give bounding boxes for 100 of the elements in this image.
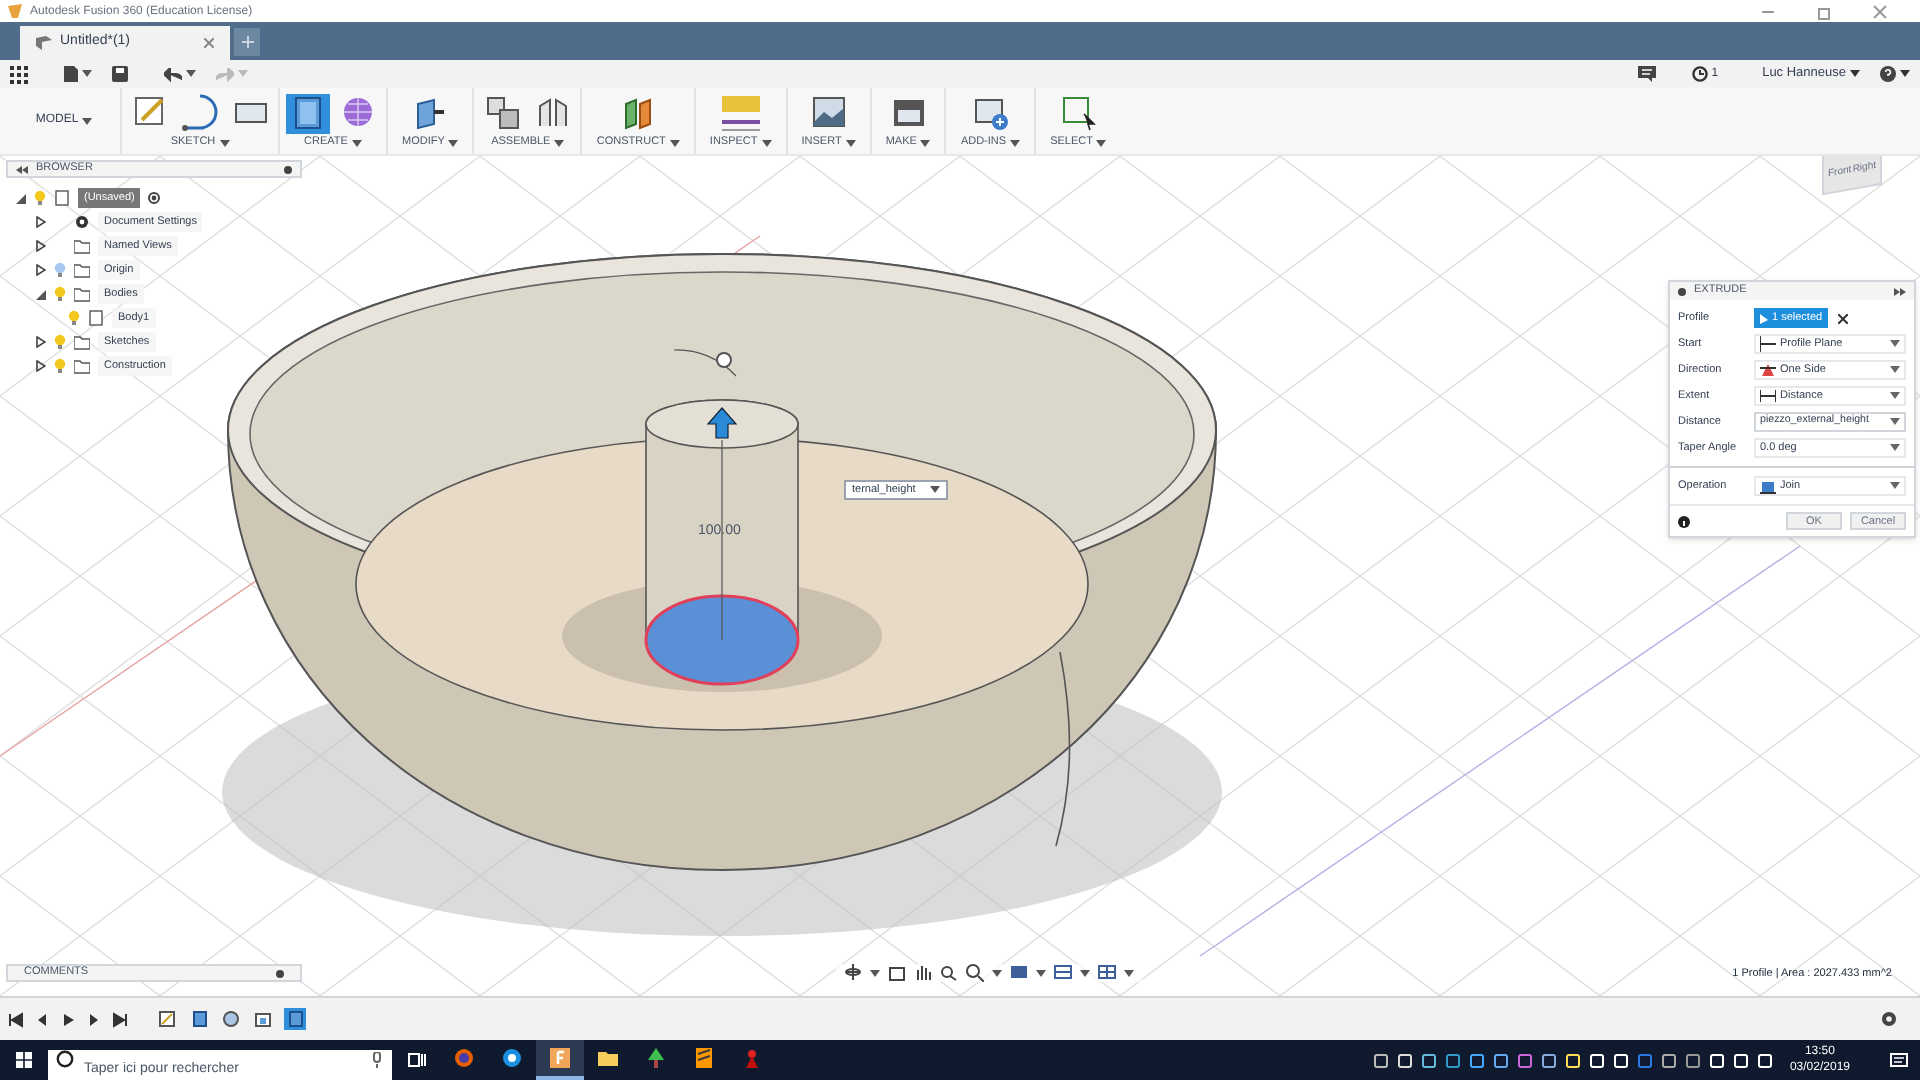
caret-icon [1010, 139, 1021, 147]
expanded-triangle-icon[interactable] [36, 289, 46, 299]
task-view-icon [407, 1052, 425, 1068]
zoom-window-icon[interactable] [940, 964, 958, 982]
lightbulb-icon[interactable] [68, 310, 80, 326]
caret-icon [1890, 340, 1900, 348]
timeline-feature[interactable] [252, 1008, 274, 1030]
collapsed-triangle-icon[interactable] [36, 360, 46, 372]
caret-icon [1036, 969, 1046, 977]
line-arc-icon [181, 94, 219, 133]
skip-end-icon[interactable] [112, 1011, 128, 1027]
caret-icon [554, 139, 565, 147]
lightbulb-icon[interactable] [54, 286, 66, 302]
option-icon [1760, 362, 1776, 378]
settings-icon[interactable] [1880, 1010, 1898, 1028]
caret-icon [1124, 969, 1134, 977]
figure-icon [742, 1048, 762, 1068]
pin-icon[interactable] [276, 969, 284, 977]
collapsed-triangle-icon[interactable] [36, 264, 46, 276]
striped-tile-icon [694, 1048, 714, 1068]
caret-icon [669, 139, 680, 147]
image-icon [809, 94, 848, 133]
app-grid-icon[interactable] [10, 65, 28, 83]
display-icon[interactable] [1010, 964, 1028, 982]
grid-display-icon[interactable] [1054, 964, 1072, 982]
pin-icon[interactable] [284, 165, 292, 173]
radio-icon[interactable] [148, 192, 161, 204]
box-push-icon [411, 94, 450, 133]
hand-pan-icon[interactable] [914, 964, 932, 982]
caret-icon [920, 139, 931, 147]
file-icon[interactable] [64, 66, 78, 82]
addin-window-icon [971, 94, 1010, 133]
caret-icon [82, 117, 93, 125]
step-back-icon[interactable] [34, 1011, 50, 1027]
close-icon[interactable] [1872, 3, 1888, 19]
caret-icon [82, 70, 92, 78]
play-icon[interactable] [60, 1011, 76, 1027]
comment-bubble-icon[interactable] [1637, 66, 1656, 82]
viewports-icon[interactable] [1098, 964, 1116, 982]
expanded-triangle-icon[interactable] [16, 193, 26, 203]
caret-icon [1096, 139, 1107, 147]
collapsed-triangle-icon[interactable] [36, 336, 46, 348]
search-circle-icon [56, 1050, 74, 1068]
caret-icon [238, 70, 248, 78]
timeline-feature[interactable] [156, 1008, 178, 1030]
caret-icon [448, 139, 459, 147]
caret-icon [1890, 366, 1900, 374]
zoom-icon[interactable] [966, 964, 984, 982]
firefox-logo-icon [454, 1048, 474, 1068]
caret-icon [1890, 418, 1900, 426]
step-forward-icon[interactable] [86, 1011, 102, 1027]
microphone-icon[interactable] [372, 1052, 382, 1068]
plus-icon [241, 36, 253, 48]
expand-arrows-icon[interactable] [1894, 287, 1906, 295]
timeline-feature[interactable] [188, 1008, 210, 1030]
caret-icon [1850, 70, 1860, 78]
caret-icon [1890, 444, 1900, 452]
windows-logo-icon [16, 1052, 32, 1068]
caret-icon [1900, 70, 1910, 78]
caret-icon [1080, 969, 1090, 977]
collapsed-triangle-icon[interactable] [36, 216, 46, 228]
cursor-arrow-icon [1760, 313, 1768, 323]
app-logo-icon [8, 4, 22, 18]
caret-icon [870, 969, 880, 977]
look-at-icon[interactable] [888, 964, 906, 982]
caret-icon [930, 486, 940, 494]
info-icon[interactable] [1678, 515, 1690, 527]
orbit-icon[interactable] [844, 964, 862, 982]
help-icon[interactable] [1880, 66, 1896, 82]
timeline-feature[interactable] [220, 1008, 242, 1030]
clock-icon [1691, 66, 1708, 82]
caret-icon [845, 139, 856, 147]
feature-icon [158, 1010, 176, 1028]
component-icon [54, 190, 70, 206]
body-icon [88, 310, 104, 326]
caret-icon [992, 969, 1002, 977]
components-icon [483, 94, 522, 133]
tool-button[interactable] [286, 93, 330, 134]
option-icon [1760, 388, 1776, 404]
tree-icon [646, 1048, 666, 1068]
close-icon[interactable] [204, 38, 214, 48]
option-icon [1760, 478, 1776, 494]
option-icon [1760, 336, 1776, 352]
lightbulb-icon[interactable] [34, 190, 46, 206]
skip-start-icon[interactable] [8, 1011, 24, 1027]
caret-icon [186, 70, 196, 78]
undo-arrow-icon[interactable] [164, 67, 182, 81]
taskbar-app-button[interactable] [536, 1040, 584, 1080]
collapsed-triangle-icon[interactable] [36, 240, 46, 252]
collapse-arrows-icon[interactable] [16, 165, 28, 173]
extrude-box-icon [289, 94, 327, 133]
caret-icon [761, 139, 772, 147]
select-cursor-icon [1059, 94, 1098, 133]
gear-icon [74, 214, 90, 230]
save-icon[interactable] [112, 66, 128, 82]
ruler-icon [721, 94, 760, 133]
restore-icon[interactable] [1816, 3, 1832, 19]
clear-icon[interactable] [1838, 313, 1849, 323]
notification-icon[interactable] [1890, 1051, 1908, 1069]
caret-icon [219, 139, 230, 147]
